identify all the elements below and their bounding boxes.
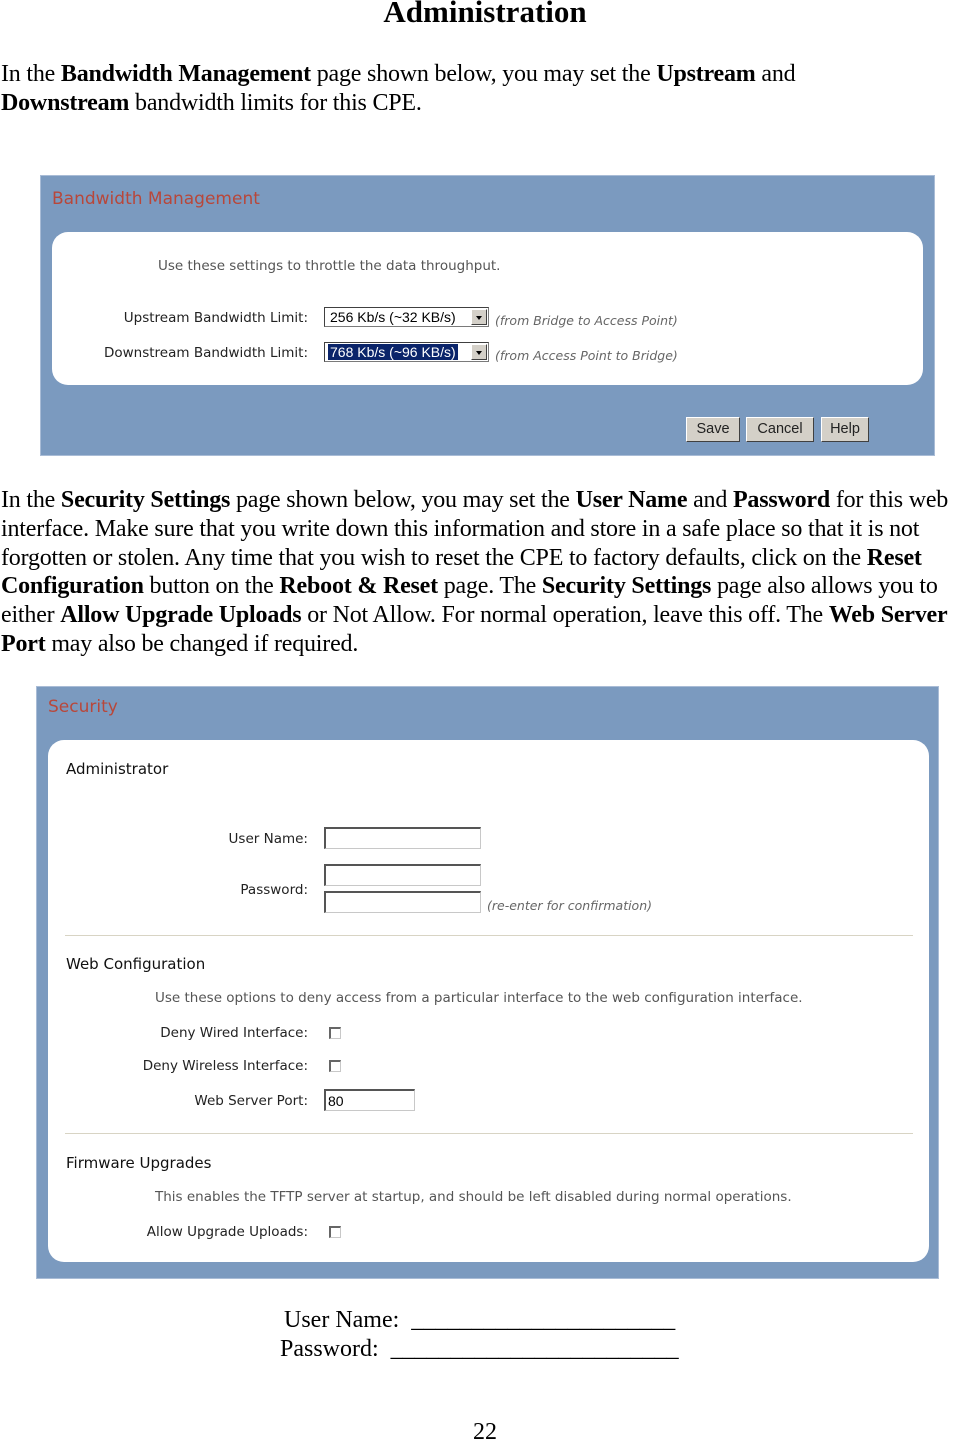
intro-paragraph-security: In the Security Settings page shown belo… — [1, 487, 949, 657]
save-button[interactable]: Save — [686, 417, 740, 442]
cancel-button[interactable]: Cancel — [746, 417, 814, 442]
allow-upgrade-checkbox[interactable] — [329, 1226, 341, 1238]
web-server-port-label: Web Server Port: — [194, 1093, 308, 1109]
downstream-note: (from Access Point to Bridge) — [495, 348, 678, 363]
downstream-bandwidth-select[interactable]: 768 Kb/s (~96 KB/s) — [324, 342, 489, 362]
section-heading-firmware-upgrades: Firmware Upgrades — [66, 1154, 212, 1172]
user-name-line-blank: ______________________ — [411, 1307, 676, 1333]
chevron-down-icon[interactable] — [471, 309, 487, 325]
user-name-write-line: User Name: ______________________ — [284, 1307, 675, 1334]
section-heading-web-configuration: Web Configuration — [66, 955, 206, 973]
upstream-bandwidth-select[interactable]: 256 Kb/s (~32 KB/s) — [324, 307, 489, 327]
user-name-input[interactable] — [324, 827, 481, 849]
password-confirm-input[interactable] — [324, 891, 481, 913]
page-title: Administration — [383, 0, 587, 29]
password-input[interactable] — [324, 864, 481, 886]
user-name-label: User Name: — [228, 831, 308, 847]
bandwidth-settings-box: Use these settings to throttle the data … — [52, 232, 923, 385]
password-confirm-note: (re-enter for confirmation) — [487, 898, 653, 913]
section-divider — [65, 935, 913, 936]
security-settings-box: Administrator User Name: Password: (re-e… — [48, 740, 929, 1262]
web-server-port-input[interactable] — [324, 1089, 415, 1111]
allow-upgrade-label: Allow Upgrade Uploads: — [146, 1224, 308, 1240]
intro-paragraph-bandwidth: In the Bandwidth Management page shown b… — [1, 61, 796, 116]
deny-wireless-label: Deny Wireless Interface: — [142, 1058, 308, 1074]
panel-title-bandwidth: Bandwidth Management — [52, 189, 260, 209]
password-line-label: Password: — [280, 1336, 379, 1362]
section-heading-administrator: Administrator — [66, 760, 169, 778]
chevron-down-icon[interactable] — [471, 344, 487, 360]
user-name-line-label: User Name: — [284, 1307, 400, 1333]
password-label: Password: — [240, 882, 308, 898]
upstream-note: (from Bridge to Access Point) — [495, 313, 678, 328]
help-button[interactable]: Help — [821, 417, 869, 442]
downstream-label: Downstream Bandwidth Limit: — [103, 345, 308, 361]
upstream-label: Upstream Bandwidth Limit: — [123, 310, 308, 326]
security-panel: Security Administrator User Name: Passwo… — [36, 686, 939, 1279]
web-configuration-description: Use these options to deny access from a … — [155, 990, 803, 1006]
deny-wired-checkbox[interactable] — [329, 1027, 341, 1039]
bandwidth-description: Use these settings to throttle the data … — [158, 258, 501, 274]
deny-wireless-checkbox[interactable] — [329, 1060, 341, 1072]
page-number: 22 — [473, 1419, 497, 1445]
firmware-upgrades-description: This enables the TFTP server at startup,… — [155, 1189, 792, 1205]
section-divider — [65, 1133, 913, 1134]
password-write-line: Password: ________________________ — [280, 1336, 679, 1363]
panel-title-security: Security — [48, 697, 118, 717]
deny-wired-label: Deny Wired Interface: — [160, 1025, 308, 1041]
bandwidth-management-panel: Bandwidth Management Use these settings … — [40, 175, 935, 456]
password-line-blank: ________________________ — [390, 1336, 679, 1362]
